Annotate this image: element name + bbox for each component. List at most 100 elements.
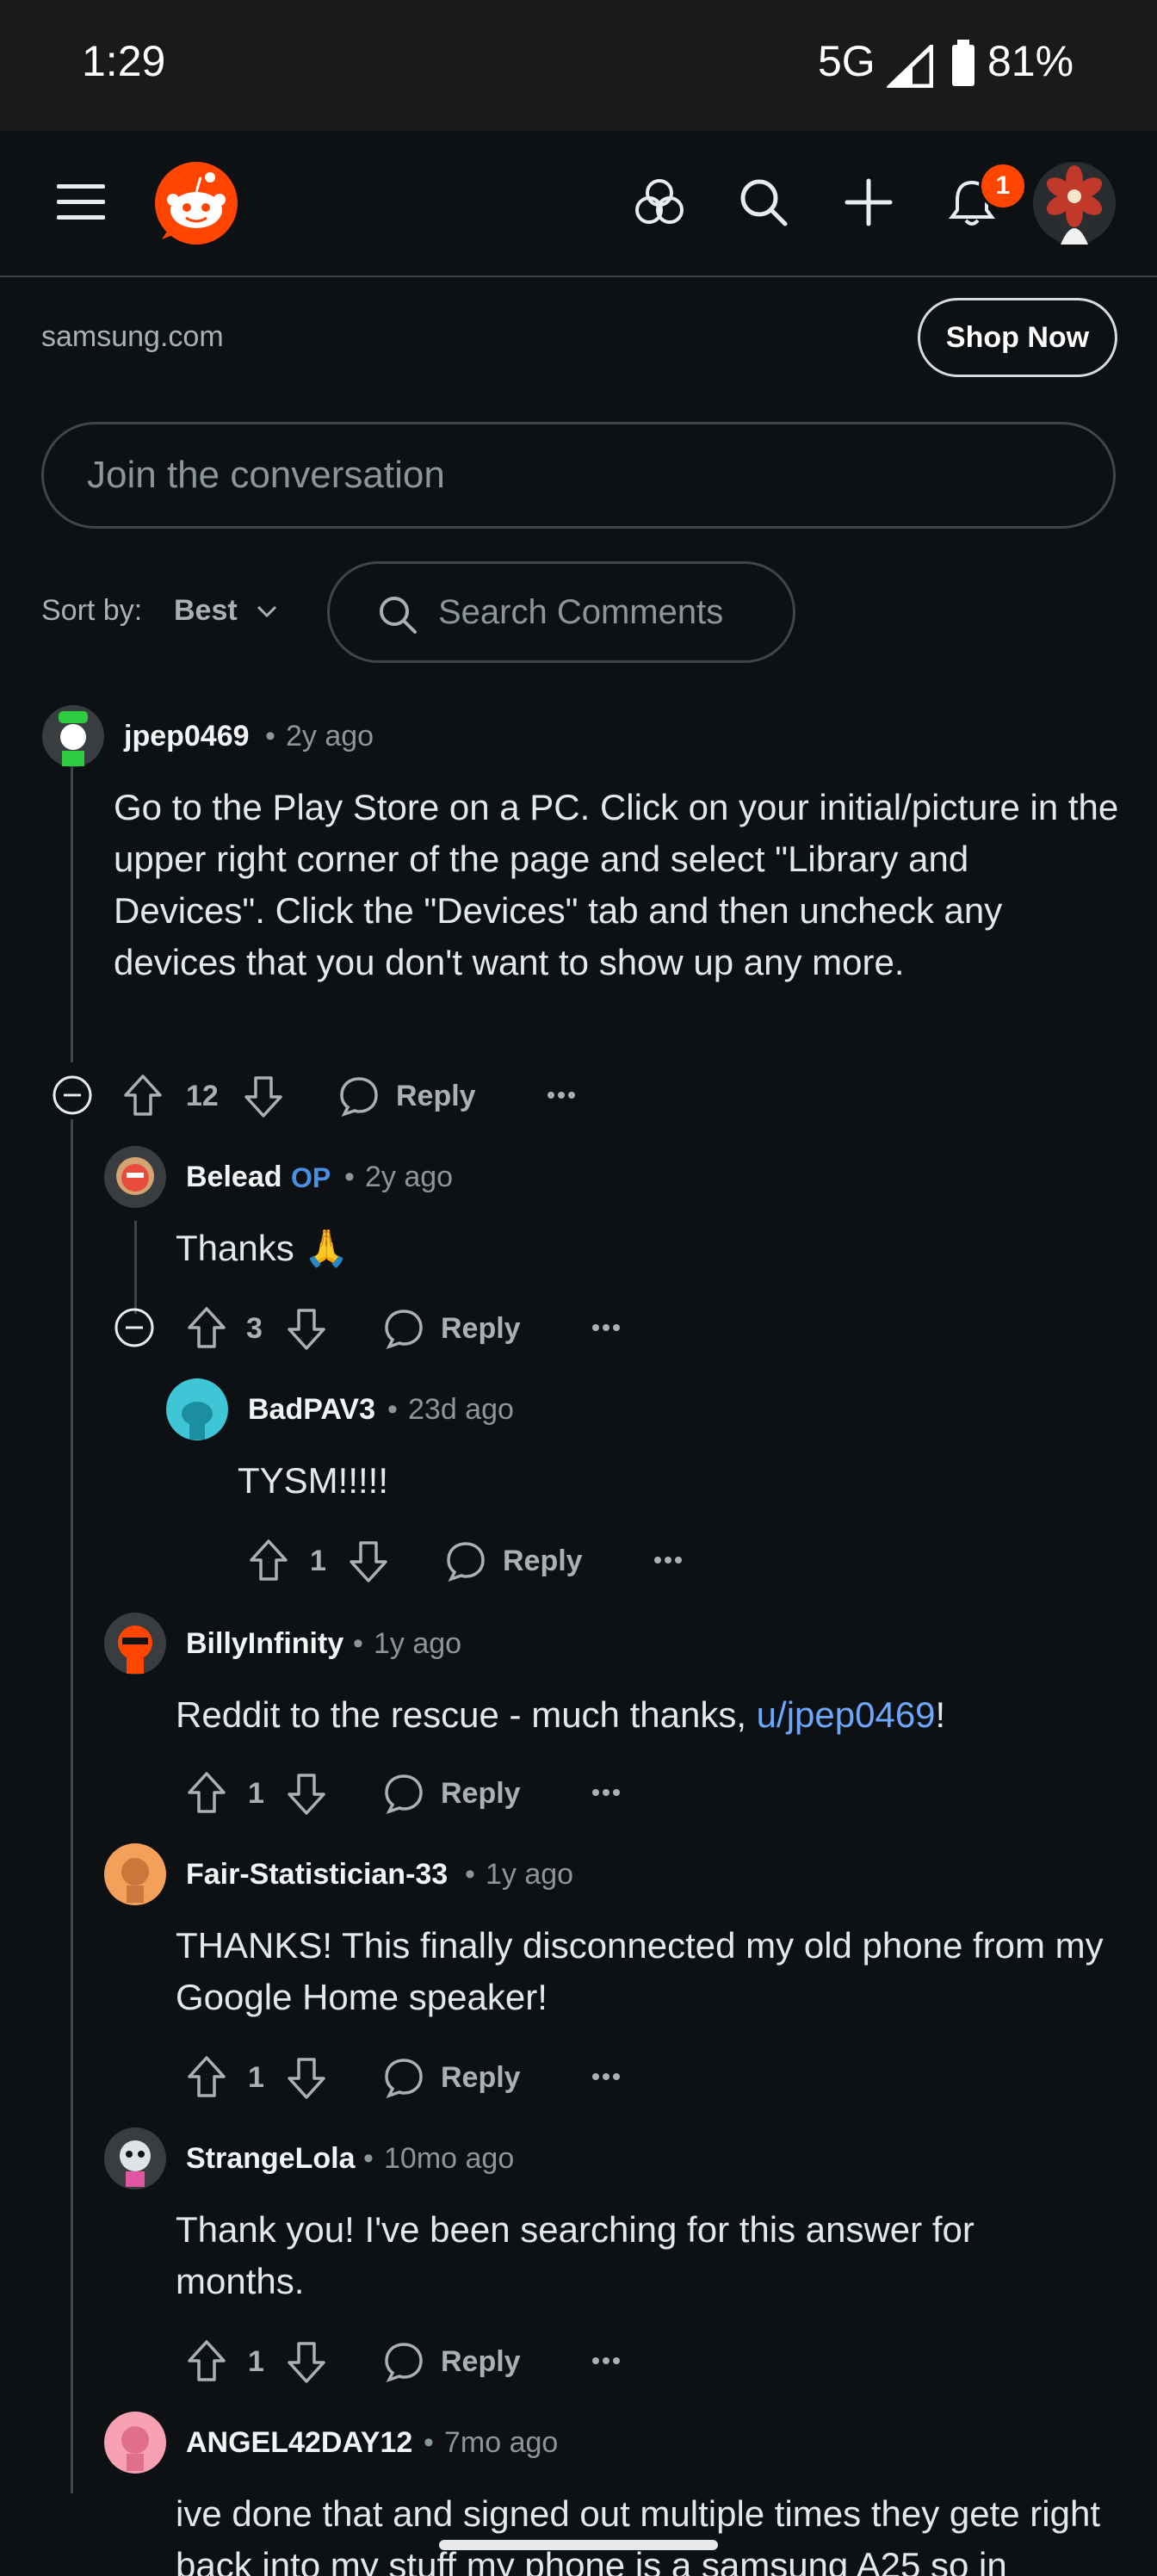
avatar[interactable] (165, 1378, 229, 1441)
comment-username[interactable]: BadPAV3 (248, 1393, 375, 1427)
ad-domain[interactable]: samsung.com (41, 320, 224, 354)
upvote-icon[interactable] (248, 1538, 289, 1582)
comment-username[interactable]: Belead (186, 1161, 282, 1194)
comment-dot: • (424, 2426, 434, 2459)
downvote-icon[interactable] (243, 1074, 284, 1119)
comment-dot: • (344, 1161, 355, 1193)
avatar[interactable] (41, 704, 105, 768)
reply-button[interactable]: Reply (396, 1080, 476, 1113)
more-options-icon[interactable] (591, 2071, 622, 2082)
collapse-icon[interactable] (52, 1074, 93, 1116)
comment-username[interactable]: jpep0469 (124, 720, 250, 753)
op-badge: OP (291, 1162, 331, 1193)
reply-icon[interactable] (337, 1074, 381, 1118)
comment-username[interactable]: Fair-Statistician-33 (186, 1858, 448, 1892)
reply-icon[interactable] (382, 2056, 425, 2099)
collapse-icon[interactable] (114, 1307, 155, 1348)
sort-dropdown[interactable]: Best (174, 594, 238, 628)
comment-dot: • (265, 720, 275, 752)
search-icon (380, 597, 417, 634)
sort-label: Sort by: (41, 594, 143, 627)
downvote-icon[interactable] (286, 1307, 327, 1352)
avatar[interactable] (103, 2127, 167, 2190)
comment-dot: • (363, 2142, 374, 2175)
search-comments-input[interactable]: Search Comments (327, 561, 795, 663)
reply-icon[interactable] (444, 1539, 487, 1582)
reply-button[interactable]: Reply (441, 2061, 521, 2095)
comment-username[interactable]: BillyInfinity (186, 1627, 343, 1661)
upvote-icon[interactable] (186, 2338, 227, 2383)
explore-icon[interactable] (634, 177, 685, 226)
more-options-icon[interactable] (591, 1322, 622, 1333)
upvote-icon[interactable] (186, 2054, 227, 2099)
comment-body: Reddit to the rescue - much thanks, u/jp… (176, 1689, 1123, 1741)
search-comments-placeholder: Search Comments (438, 593, 724, 631)
user-avatar[interactable] (1031, 160, 1117, 246)
avatar[interactable] (103, 1842, 167, 1906)
shop-now-button[interactable]: Shop Now (918, 298, 1117, 377)
comment-text: Reddit to the rescue - much thanks, (176, 1694, 757, 1735)
comment-body: Thanks 🙏 (176, 1228, 350, 1268)
chevron-down-icon[interactable] (255, 599, 279, 623)
comment-username[interactable]: StrangeLola (186, 2142, 355, 2176)
comment-age: 1y ago (374, 1627, 462, 1660)
comment-age: 2y ago (286, 720, 374, 752)
reply-button[interactable]: Reply (441, 2345, 521, 2379)
vote-count: 1 (310, 1545, 326, 1577)
menu-icon[interactable] (55, 181, 107, 224)
create-plus-icon[interactable] (844, 177, 894, 227)
reply-button[interactable]: Reply (441, 1777, 521, 1811)
join-placeholder: Join the conversation (87, 454, 445, 496)
reddit-logo-icon[interactable] (153, 160, 239, 246)
upvote-icon[interactable] (186, 1770, 227, 1815)
avatar[interactable] (103, 1612, 167, 1675)
downvote-icon[interactable] (348, 1539, 389, 1584)
comment-body: THANKS! This finally disconnected my old… (176, 1925, 1104, 2017)
downvote-icon[interactable] (286, 2340, 327, 2385)
comment-age: 2y ago (365, 1161, 454, 1193)
join-conversation-input[interactable]: Join the conversation (41, 422, 1116, 529)
comment-username[interactable]: ANGEL42DAY12 (186, 2426, 412, 2460)
downvote-icon[interactable] (286, 2056, 327, 2101)
avatar[interactable] (103, 2411, 167, 2474)
comment-age: 1y ago (486, 1858, 574, 1891)
reply-button[interactable]: Reply (503, 1545, 583, 1578)
thread-line (134, 1221, 137, 1314)
reply-icon[interactable] (382, 1307, 425, 1350)
thread-line (71, 761, 73, 1062)
comment-age: 10mo ago (384, 2142, 515, 2175)
search-icon[interactable] (739, 177, 789, 227)
downvote-icon[interactable] (286, 1772, 327, 1817)
comment-dot: • (353, 1627, 363, 1660)
more-options-icon[interactable] (591, 1787, 622, 1798)
thread-line (71, 1119, 73, 2493)
comment-text: ! (935, 1694, 946, 1735)
vote-count: 1 (248, 2345, 264, 2378)
more-options-icon[interactable] (653, 1555, 684, 1565)
comment-age: 7mo ago (444, 2426, 559, 2459)
comment-body: Go to the Play Store on a PC. Click on y… (114, 787, 1119, 982)
vote-count: 3 (246, 1312, 263, 1345)
comment-dot: • (465, 1858, 475, 1891)
user-mention-link[interactable]: u/jpep0469 (757, 1694, 936, 1735)
more-options-icon[interactable] (591, 2356, 622, 2366)
more-options-icon[interactable] (546, 1090, 577, 1100)
comment-body: Thank you! I've been searching for this … (176, 2209, 974, 2301)
comment-dot: • (387, 1393, 398, 1426)
comment-age: 23d ago (408, 1393, 514, 1426)
battery-percent: 81% (987, 37, 1074, 85)
vote-count: 1 (248, 2061, 264, 2094)
upvote-icon[interactable] (122, 1073, 164, 1118)
vote-count: 1 (248, 1777, 264, 1810)
reply-button[interactable]: Reply (441, 1312, 521, 1346)
battery-icon (952, 40, 974, 86)
signal-icon (887, 45, 933, 88)
notification-badge: 1 (979, 162, 1027, 210)
upvote-icon[interactable] (186, 1305, 227, 1350)
reply-icon[interactable] (382, 1772, 425, 1815)
avatar[interactable] (103, 1145, 167, 1209)
network-type: 5G (818, 37, 875, 85)
comment-body: ive done that and signed out multiple ti… (176, 2493, 1100, 2576)
home-gesture-bar[interactable] (439, 2540, 718, 2550)
reply-icon[interactable] (382, 2340, 425, 2383)
